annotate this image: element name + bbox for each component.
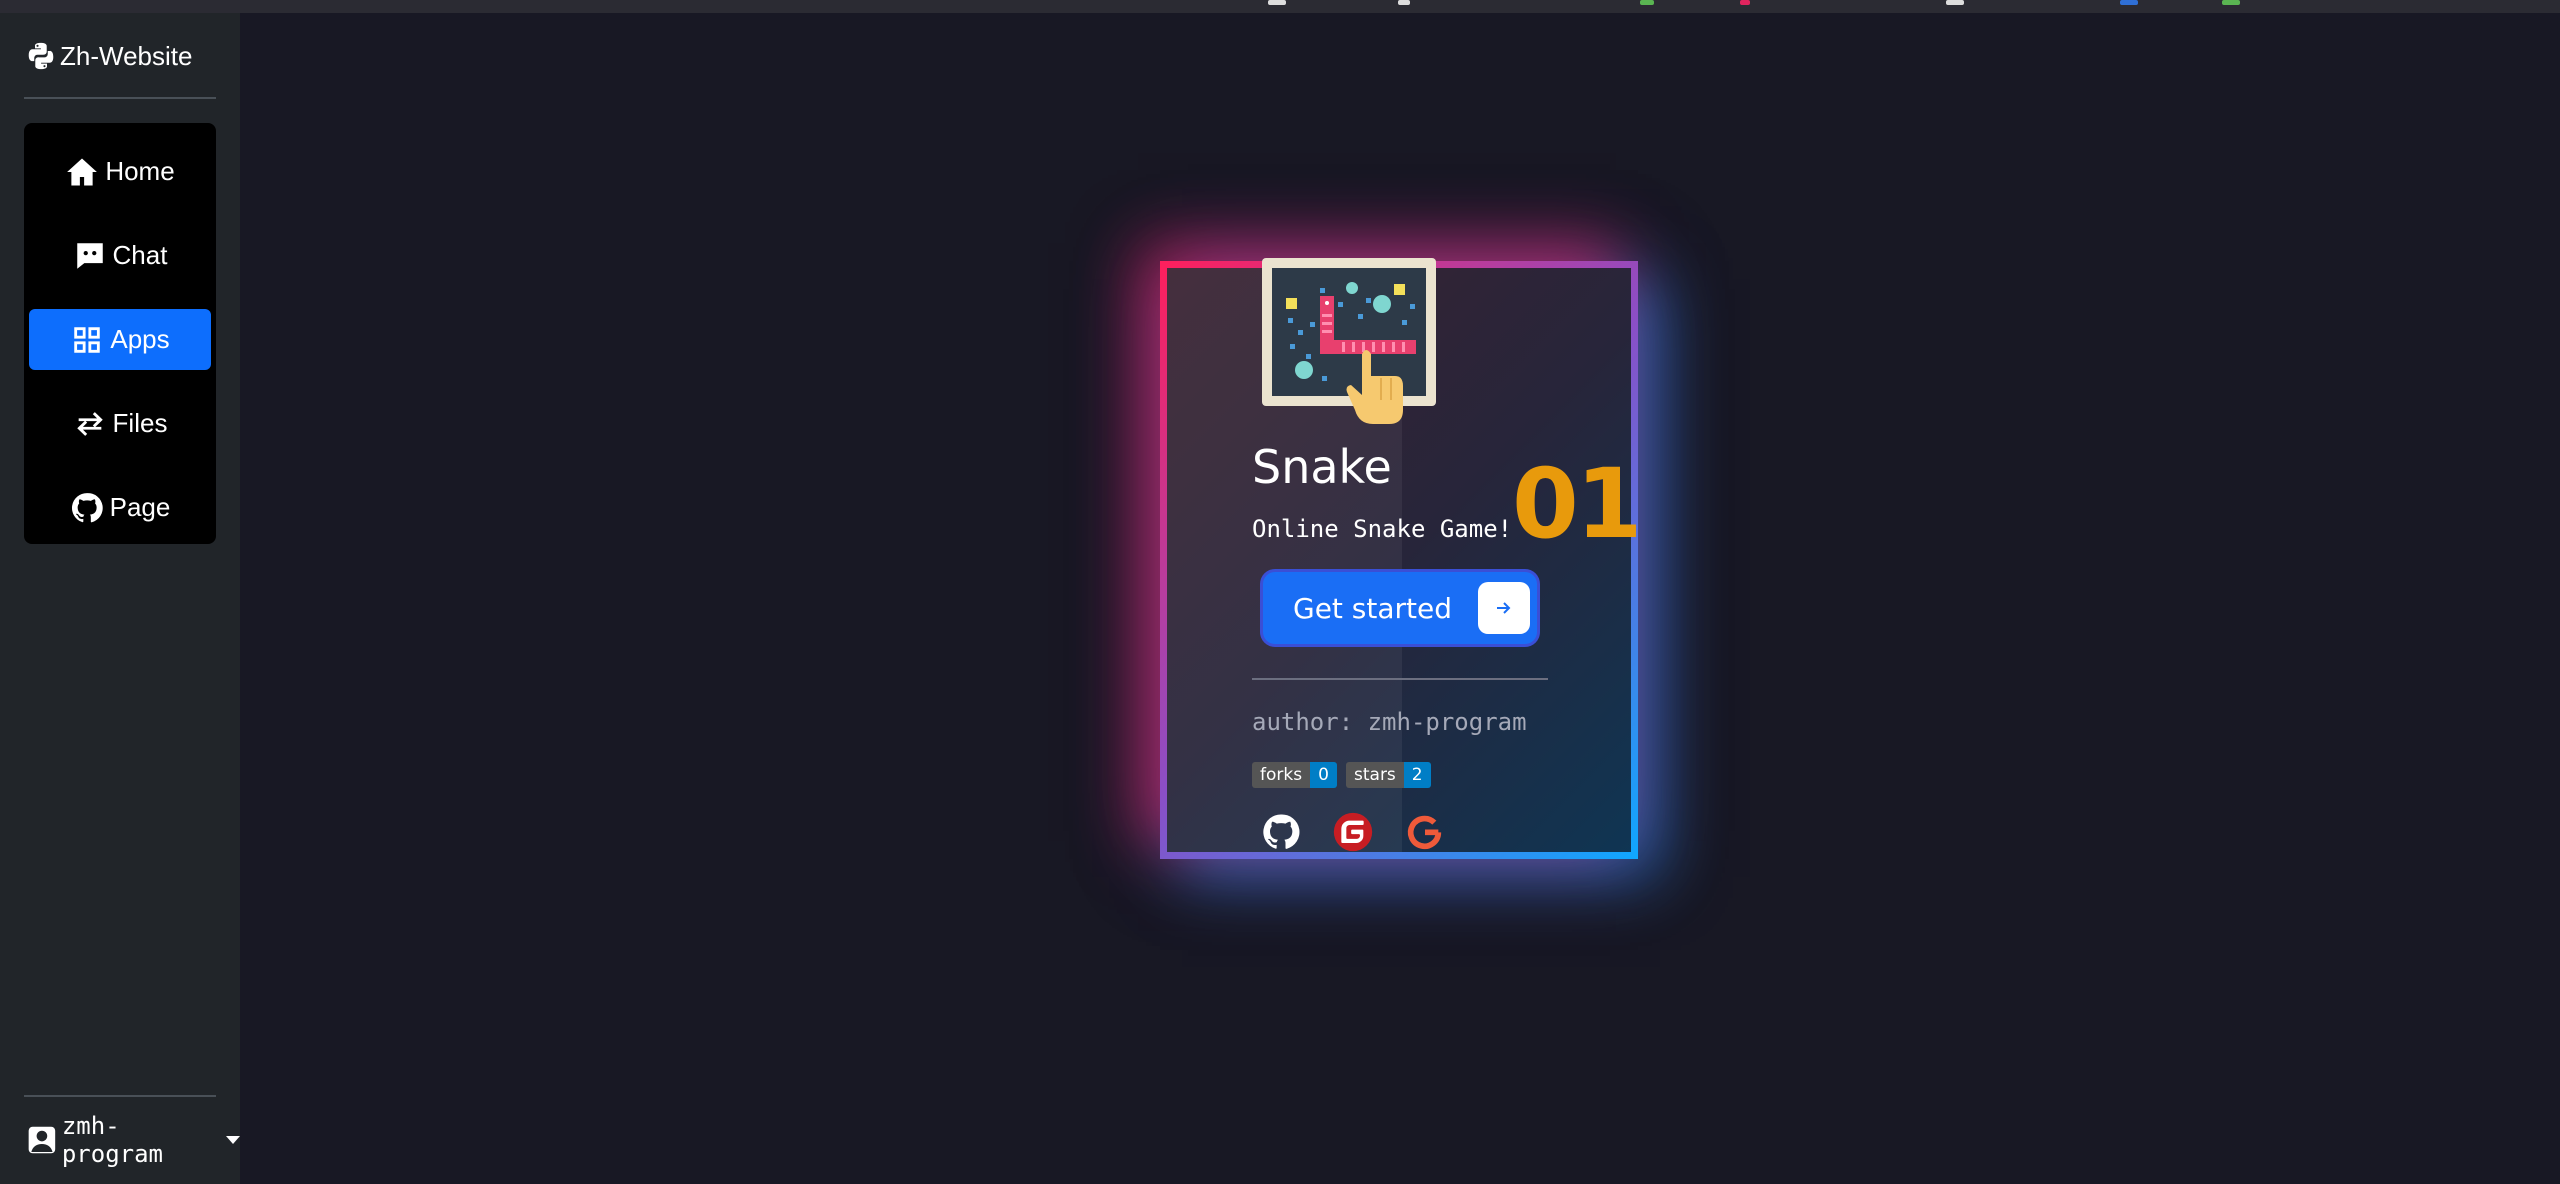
stars-badge[interactable]: stars 2: [1346, 762, 1431, 788]
nav-item-page[interactable]: Page: [29, 477, 211, 538]
chevron-down-icon: [226, 1136, 240, 1144]
gitee-icon[interactable]: [1333, 812, 1373, 852]
google-icon[interactable]: [1405, 812, 1445, 852]
username: zmh-program: [61, 1112, 163, 1168]
github-icon: [71, 492, 103, 522]
app-title: Snake: [1252, 440, 1392, 494]
nav-item-files[interactable]: Files: [29, 393, 211, 454]
user-avatar-icon: [28, 1126, 56, 1154]
nav-item-home[interactable]: Home: [29, 141, 211, 202]
card-divider: [1252, 678, 1548, 680]
python-logo-icon: [28, 42, 54, 70]
home-icon: [67, 158, 98, 185]
app-number: 01: [1512, 448, 1643, 560]
transfer-arrows-icon: [76, 411, 103, 436]
sidebar: Zh-Website Home Chat Apps Files Page zmh…: [0, 13, 240, 1184]
badge-value: 0: [1310, 762, 1337, 788]
brand[interactable]: Zh-Website: [26, 39, 192, 73]
nav-item-label: Files: [112, 408, 168, 438]
nav-item-chat[interactable]: Chat: [29, 225, 211, 286]
user-menu[interactable]: zmh-program: [26, 1112, 240, 1168]
nav-item-apps[interactable]: Apps: [29, 309, 211, 370]
nav-item-label: Chat: [112, 240, 168, 270]
arrow-right-icon: [1478, 582, 1530, 634]
divider: [24, 97, 216, 99]
nav-item-label: Home: [105, 156, 175, 186]
app-description: Online Snake Game!: [1252, 515, 1513, 543]
chat-icon: [76, 242, 103, 269]
main-nav: Home Chat Apps Files Page: [24, 123, 216, 544]
browser-tab-strip: [0, 0, 2560, 13]
forks-badge[interactable]: forks 0: [1252, 762, 1337, 788]
badge-key: forks: [1252, 762, 1311, 788]
badge-key: stars: [1346, 762, 1404, 788]
divider: [24, 1095, 216, 1097]
badge-value: 2: [1403, 762, 1431, 788]
get-started-label: Get started: [1293, 591, 1453, 625]
github-icon[interactable]: [1261, 812, 1301, 852]
nav-item-label: Apps: [110, 324, 170, 354]
app-author: author: zmh-program: [1252, 708, 1527, 736]
apps-grid-icon: [74, 326, 101, 353]
get-started-button[interactable]: Get started: [1263, 572, 1537, 644]
brand-name: Zh-Website: [60, 40, 193, 71]
snake-game-image-icon: [1262, 258, 1436, 424]
nav-item-label: Page: [109, 492, 171, 522]
